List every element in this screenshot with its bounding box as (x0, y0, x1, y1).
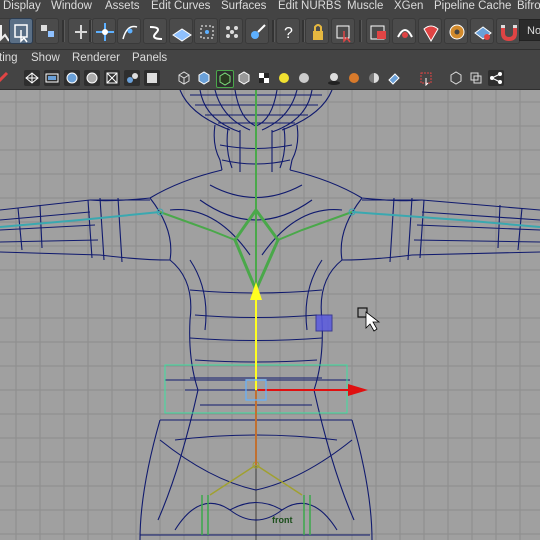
snap-to-curve-button[interactable] (117, 18, 141, 44)
main-menubar: Display Window Assets Edit Curves Surfac… (0, 0, 540, 14)
ipr-render-button[interactable] (418, 18, 442, 44)
menu-assets[interactable]: Assets (105, 0, 140, 13)
xray-mode-icon[interactable] (448, 70, 464, 86)
textured-icon[interactable] (236, 70, 252, 86)
menu-edit-nurbs[interactable]: Edit NURBS (278, 0, 341, 13)
menu-pipeline-cache[interactable]: Pipeline Cache (434, 0, 511, 13)
panel-menu-panels[interactable]: Panels (132, 50, 167, 67)
select-by-object-button[interactable] (35, 18, 59, 44)
wireframe-on-shaded-icon[interactable] (216, 70, 234, 88)
panel-menu-renderer[interactable]: Renderer (72, 50, 120, 67)
menu-bifrost[interactable]: Bifro (517, 0, 540, 13)
snap-to-surface-button[interactable] (194, 18, 218, 44)
motion-blur-icon[interactable] (366, 70, 382, 86)
menu-muscle[interactable]: Muscle (347, 0, 383, 13)
help-button[interactable]: ? (276, 18, 300, 44)
snap-to-point-button[interactable] (143, 18, 167, 44)
status-line-toolbar: ? No (0, 14, 540, 50)
checker-icon[interactable] (256, 70, 272, 86)
hypershade-button[interactable] (470, 18, 494, 44)
shadows-icon[interactable] (326, 70, 342, 86)
paint-tool-button[interactable] (245, 18, 269, 44)
all-lights-icon[interactable] (296, 70, 312, 86)
menu-xgen[interactable]: XGen (394, 0, 423, 13)
svg-text:?: ? (284, 25, 293, 42)
render-settings-button[interactable] (444, 18, 468, 44)
viewport-panel[interactable]: front (0, 90, 540, 540)
panel-menu-lighting[interactable]: ting (0, 50, 18, 67)
viewport-grid (0, 90, 540, 540)
cube-shaded-icon[interactable] (196, 70, 212, 86)
resolution-gate-icon[interactable] (64, 70, 80, 86)
lock-icon[interactable] (305, 18, 329, 44)
camera-name-label: front (272, 515, 293, 525)
mode-selector-dropdown[interactable]: No (519, 19, 540, 41)
default-light-icon[interactable] (276, 70, 292, 86)
wireframe-icon[interactable] (24, 70, 40, 86)
character-wireframe-mesh[interactable] (0, 90, 540, 540)
film-gate-icon[interactable] (44, 70, 60, 86)
menu-window[interactable]: Window (51, 0, 92, 13)
snap-together-button[interactable] (219, 18, 243, 44)
render-current-frame-button[interactable] (392, 18, 416, 44)
select-by-hierarchy-button[interactable] (9, 18, 33, 44)
menu-display[interactable]: Display (3, 0, 41, 13)
xray-icon[interactable] (144, 70, 160, 86)
move-manipulator-y-arrowhead[interactable] (250, 282, 262, 300)
toolbar-separator (272, 20, 275, 42)
select-highlight-button[interactable] (331, 18, 355, 44)
screen-space-ao-icon[interactable] (346, 70, 362, 86)
isolate-select-icon[interactable] (124, 70, 140, 86)
panel-toolbar (0, 67, 540, 90)
smooth-shade-icon[interactable] (84, 70, 100, 86)
pencil-icon[interactable] (0, 70, 10, 86)
menu-surfaces[interactable]: Surfaces (221, 0, 266, 13)
share-icon[interactable] (488, 70, 504, 86)
snap-to-view-plane-button[interactable] (169, 18, 193, 44)
snap-to-grid-button[interactable] (92, 18, 116, 44)
toolbar-separator (62, 20, 65, 42)
anti-aliasing-icon[interactable] (386, 70, 402, 86)
selected-component-handle[interactable] (315, 314, 333, 332)
render-region-button[interactable] (366, 18, 390, 44)
grid-toggle-icon[interactable] (104, 70, 120, 86)
magnet-icon[interactable] (496, 18, 520, 44)
panel-menu-show[interactable]: Show (31, 50, 60, 67)
skeleton-joints[interactable] (0, 90, 540, 535)
move-manipulator-x-arrowhead[interactable] (348, 384, 368, 396)
isolate-view-icon[interactable] (418, 70, 434, 87)
menu-edit-curves[interactable]: Edit Curves (151, 0, 210, 13)
panel-menubar: ting Show Renderer Panels (0, 50, 540, 67)
viewport-scene[interactable] (0, 90, 540, 540)
toolbar-separator (359, 20, 362, 42)
xray-joints-icon[interactable] (468, 70, 484, 86)
cube-wire-icon[interactable] (176, 70, 192, 86)
